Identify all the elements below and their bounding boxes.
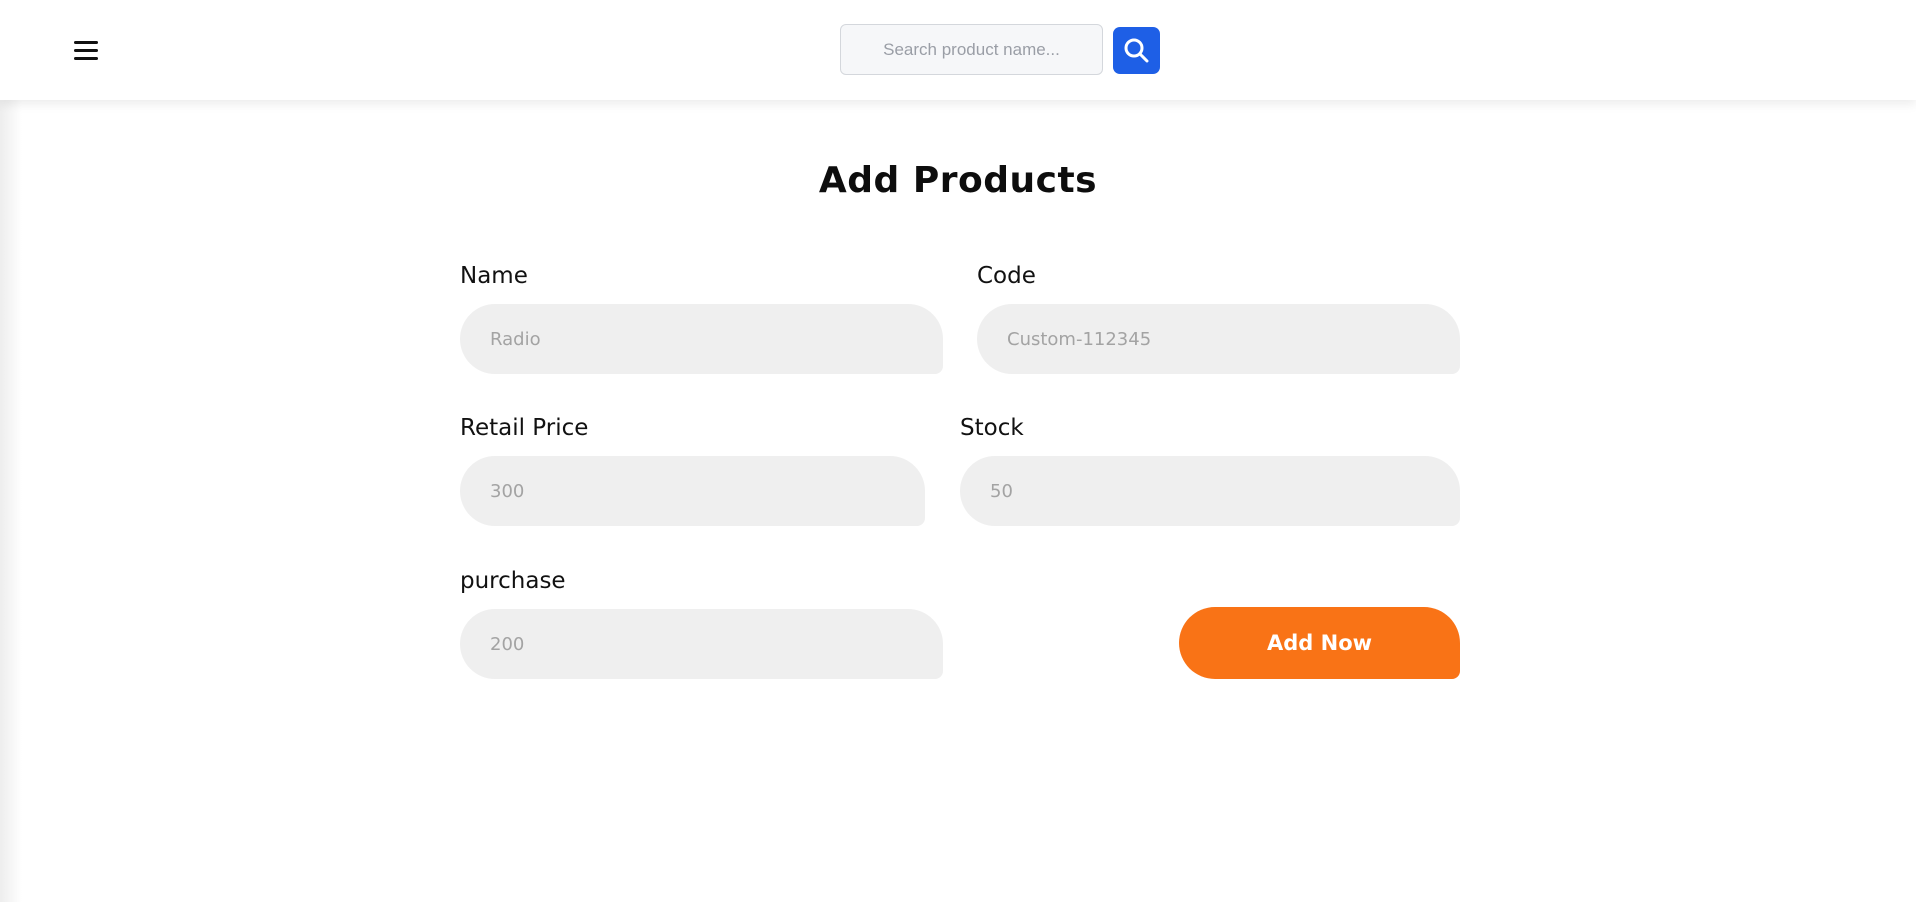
- retail-price-label: Retail Price: [460, 415, 589, 441]
- left-edge-shadow: [0, 0, 22, 902]
- code-field[interactable]: [977, 304, 1460, 374]
- page-title: Add Products: [818, 160, 1098, 201]
- add-products-page: Add Products Name Code Retail Price Stoc…: [0, 0, 1916, 902]
- search-input[interactable]: [840, 24, 1103, 75]
- add-now-button[interactable]: Add Now: [1179, 607, 1460, 679]
- purchase-field[interactable]: [460, 609, 943, 679]
- top-navbar: [0, 0, 1916, 100]
- hamburger-menu-icon[interactable]: [72, 38, 102, 64]
- code-label: Code: [977, 263, 1036, 289]
- purchase-label: purchase: [460, 568, 566, 594]
- search-icon: [1124, 38, 1149, 63]
- stock-field[interactable]: [960, 456, 1460, 526]
- retail-price-field[interactable]: [460, 456, 925, 526]
- name-label: Name: [460, 263, 528, 289]
- name-field[interactable]: [460, 304, 943, 374]
- stock-label: Stock: [960, 415, 1024, 441]
- search-button[interactable]: [1113, 27, 1160, 74]
